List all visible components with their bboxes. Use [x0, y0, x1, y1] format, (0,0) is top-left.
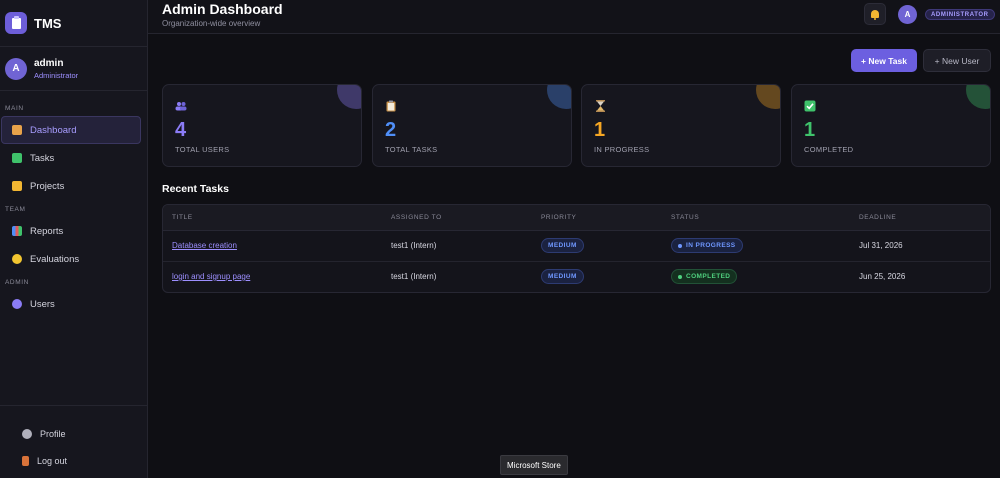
bar-chart-icon	[12, 226, 22, 236]
clipboard-icon	[385, 100, 397, 112]
logout-label: Log out	[37, 455, 68, 466]
stat-label: TOTAL USERS	[175, 145, 230, 154]
column-header-status: STATUS	[671, 214, 700, 221]
stat-value: 2	[385, 119, 397, 141]
table-row: login and signup page test1 (Intern) MED…	[163, 262, 990, 292]
column-header-priority: PRIORITY	[541, 214, 577, 221]
section-label-team: TEAM	[5, 206, 26, 213]
check-box-icon	[12, 153, 22, 163]
recent-tasks-table: TITLE ASSIGNED TO PRIORITY STATUS DEADLI…	[162, 204, 991, 293]
logout-button[interactable]: Log out	[0, 447, 147, 474]
page-title: Admin Dashboard	[162, 1, 283, 17]
status-badge: IN PROGRESS	[671, 238, 743, 253]
stat-value: 4	[175, 119, 187, 141]
sidebar-item-users[interactable]: Users	[0, 290, 141, 318]
page-subtitle: Organization-wide overview	[162, 19, 261, 28]
check-box-icon	[804, 100, 816, 112]
door-icon	[22, 455, 29, 466]
stat-value: 1	[804, 119, 816, 141]
hourglass-icon	[594, 100, 606, 112]
status-dot-icon	[678, 274, 682, 279]
task-title-link[interactable]: Database creation	[172, 241, 237, 250]
user-role: Administrator	[34, 70, 79, 80]
status-label: COMPLETED	[686, 273, 731, 280]
table-header: TITLE ASSIGNED TO PRIORITY STATUS DEADLI…	[163, 205, 990, 231]
sidebar: TMS A admin Administrator MAIN Dashboard…	[0, 0, 148, 478]
gear-icon	[22, 428, 32, 439]
sidebar-item-projects[interactable]: Projects	[0, 172, 141, 200]
sidebar-item-label: Tasks	[30, 152, 55, 164]
users-icon	[175, 100, 187, 112]
brand[interactable]: TMS	[0, 0, 147, 47]
task-title-link[interactable]: login and signup page	[172, 272, 250, 281]
sidebar-item-dashboard[interactable]: Dashboard	[1, 116, 141, 144]
user-name: admin	[34, 57, 64, 69]
notifications-button[interactable]	[864, 3, 886, 25]
avatar: A	[5, 57, 27, 80]
stat-card-total-users: 4 TOTAL USERS	[162, 84, 362, 167]
star-icon	[12, 254, 22, 264]
sidebar-item-label: Dashboard	[30, 124, 77, 136]
column-header-deadline: DEADLINE	[859, 214, 897, 221]
deadline: Jul 31, 2026	[859, 241, 903, 250]
assigned-to: test1 (Intern)	[391, 272, 437, 281]
bell-icon	[871, 10, 879, 20]
priority-badge: MEDIUM	[541, 238, 584, 253]
stat-value: 1	[594, 119, 606, 141]
sidebar-item-label: Projects	[30, 180, 65, 192]
column-header-assigned: ASSIGNED TO	[391, 214, 442, 221]
sidebar-item-tasks[interactable]: Tasks	[0, 144, 141, 172]
stat-card-total-tasks: 2 TOTAL TASKS	[372, 84, 572, 167]
status-badge: COMPLETED	[671, 269, 738, 284]
sidebar-item-evaluations[interactable]: Evaluations	[0, 245, 141, 273]
brand-name: TMS	[34, 15, 62, 31]
user-card: A admin Administrator	[0, 47, 147, 91]
clipboard-icon	[5, 12, 27, 34]
stat-label: COMPLETED	[804, 145, 854, 154]
profile-button[interactable]: Profile	[0, 420, 147, 447]
sidebar-item-reports[interactable]: Reports	[0, 217, 141, 245]
stat-card-completed: 1 COMPLETED	[791, 84, 991, 167]
status-label: IN PROGRESS	[686, 242, 736, 249]
sidebar-item-label: Evaluations	[30, 253, 80, 265]
new-task-button[interactable]: + New Task	[851, 49, 917, 72]
stat-label: TOTAL TASKS	[385, 145, 438, 154]
role-badge: ADMINISTRATOR	[925, 9, 995, 20]
section-label-admin: ADMIN	[5, 279, 29, 286]
section-label-main: MAIN	[5, 105, 24, 112]
stat-label: IN PROGRESS	[594, 145, 650, 154]
status-dot-icon	[678, 243, 682, 248]
stat-card-in-progress: 1 IN PROGRESS	[581, 84, 781, 167]
table-row: Database creation test1 (Intern) MEDIUM …	[163, 231, 990, 262]
new-user-button[interactable]: + New User	[923, 49, 991, 72]
sidebar-item-label: Users	[30, 298, 55, 310]
house-icon	[12, 125, 22, 135]
sidebar-item-label: Reports	[30, 225, 64, 237]
taskbar-tooltip: Microsoft Store	[500, 455, 568, 475]
profile-label: Profile	[40, 428, 66, 439]
top-header: Admin Dashboard Organization-wide overvi…	[148, 0, 1000, 34]
header-avatar[interactable]: A	[898, 5, 917, 24]
recent-tasks-title: Recent Tasks	[162, 183, 229, 195]
column-header-title: TITLE	[172, 214, 193, 221]
folder-icon	[12, 181, 22, 191]
priority-badge: MEDIUM	[541, 269, 584, 284]
sidebar-bottom: Profile Log out	[0, 405, 147, 474]
users-icon	[12, 299, 22, 309]
deadline: Jun 25, 2026	[859, 272, 906, 281]
assigned-to: test1 (Intern)	[391, 241, 437, 250]
